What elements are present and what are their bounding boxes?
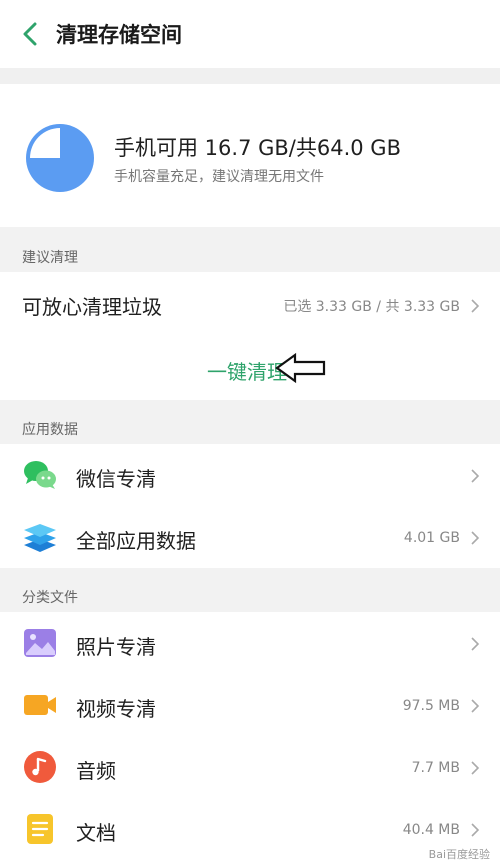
- page-title: 清理存储空间: [56, 23, 182, 47]
- chevron-right-icon: [471, 299, 480, 313]
- junk-clean-value: 已选 3.33 GB / 共 3.33 GB: [283, 299, 460, 315]
- all-app-data-value: 4.01 GB: [403, 530, 460, 546]
- storage-summary: 手机可用 16.7 GB/共64.0 GB 手机容量充足，建议清理无用文件: [0, 84, 500, 227]
- wechat-clean-row[interactable]: 微信专清: [0, 444, 500, 506]
- chevron-right-icon: [471, 699, 480, 713]
- audio-title: 音频: [76, 759, 116, 783]
- chevron-right-icon: [471, 761, 480, 775]
- wechat-icon: [24, 461, 56, 489]
- video-clean-row[interactable]: 视频专清 97.5 MB: [0, 674, 500, 736]
- app-data-icon: [24, 524, 56, 552]
- storage-hint-text: 手机容量充足，建议清理无用文件: [114, 169, 324, 185]
- divider: [0, 68, 500, 84]
- video-clean-title: 视频专清: [76, 697, 156, 721]
- storage-pie-icon: [26, 124, 94, 192]
- document-title: 文档: [76, 821, 116, 845]
- photo-clean-title: 照片专清: [76, 635, 156, 659]
- video-icon: [24, 695, 56, 715]
- pointer-arrow-icon: [275, 352, 326, 384]
- audio-icon: [24, 751, 56, 783]
- one-click-clean-button[interactable]: 一键清理: [0, 338, 500, 400]
- chevron-right-icon: [471, 469, 480, 483]
- storage-available-text: 手机可用 16.7 GB/共64.0 GB: [114, 136, 401, 160]
- chevron-right-icon: [471, 823, 480, 837]
- back-arrow-icon[interactable]: [18, 22, 42, 46]
- all-app-data-row[interactable]: 全部应用数据 4.01 GB: [0, 506, 500, 568]
- watermark: Bai百度经验: [424, 844, 494, 864]
- photo-icon: [24, 629, 56, 657]
- audio-row[interactable]: 音频 7.7 MB: [0, 736, 500, 798]
- audio-value: 7.7 MB: [411, 760, 460, 776]
- photo-clean-row[interactable]: 照片专清: [0, 612, 500, 674]
- chevron-right-icon: [471, 531, 480, 545]
- video-clean-value: 97.5 MB: [402, 698, 460, 714]
- junk-clean-title: 可放心清理垃圾: [22, 295, 162, 319]
- all-app-data-title: 全部应用数据: [76, 529, 196, 553]
- header: 清理存储空间: [0, 0, 500, 68]
- junk-clean-row[interactable]: 可放心清理垃圾 已选 3.33 GB / 共 3.33 GB: [0, 272, 500, 338]
- document-icon: [27, 814, 53, 844]
- wechat-clean-title: 微信专清: [76, 467, 156, 491]
- document-value: 40.4 MB: [402, 822, 460, 838]
- chevron-right-icon: [471, 637, 480, 651]
